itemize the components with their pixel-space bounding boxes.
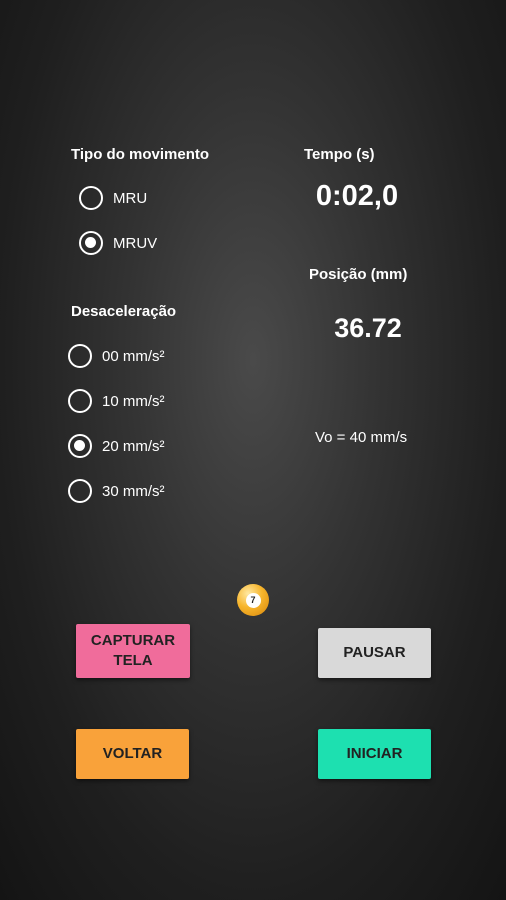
radio-decel-10[interactable]: 10 mm/s² [68,389,165,413]
radio-mru[interactable]: MRU [79,186,147,210]
capture-label-line1: CAPTURAR [90,632,176,649]
radio-label: 20 mm/s² [102,437,165,455]
deceleration-title: Desaceleração [71,303,177,320]
back-label: VOLTAR [102,745,163,762]
radio-button-icon[interactable] [68,479,92,503]
position-title: Posição (mm) [309,266,408,283]
radio-decel-20[interactable]: 20 mm/s² [68,434,165,458]
radio-label: 00 mm/s² [102,347,165,365]
ball-icon: 7 [237,584,269,616]
radio-label: MRU [113,189,148,207]
radio-button-checked-icon[interactable] [79,231,103,255]
radio-button-checked-icon[interactable] [68,434,92,458]
pause-label: PAUSAR [343,644,406,661]
radio-mruv[interactable]: MRUV [79,231,157,255]
back-button[interactable]: VOLTAR [76,729,189,779]
radio-button-icon[interactable] [68,344,92,368]
time-title: Tempo (s) [304,146,375,163]
ball-number: 7 [245,592,261,608]
capture-label-line2: TELA [113,652,153,669]
position-value: 36.72 [334,313,402,343]
radio-label: 30 mm/s² [102,482,165,500]
radio-button-icon[interactable] [68,389,92,413]
radio-decel-00[interactable]: 00 mm/s² [68,344,165,368]
pause-button[interactable]: PAUSAR [318,628,431,678]
start-button[interactable]: INICIAR [318,729,431,779]
initial-velocity-text: Vo = 40 mm/s [315,429,408,446]
radio-label: MRUV [113,234,158,252]
time-value: 0:02,0 [315,180,399,212]
movement-type-title: Tipo do movimento [71,146,210,163]
capture-screen-button[interactable]: CAPTURAR TELA [76,624,190,678]
radio-button-icon[interactable] [79,186,103,210]
radio-decel-30[interactable]: 30 mm/s² [68,479,165,503]
start-label: INICIAR [346,745,403,762]
radio-label: 10 mm/s² [102,392,165,410]
